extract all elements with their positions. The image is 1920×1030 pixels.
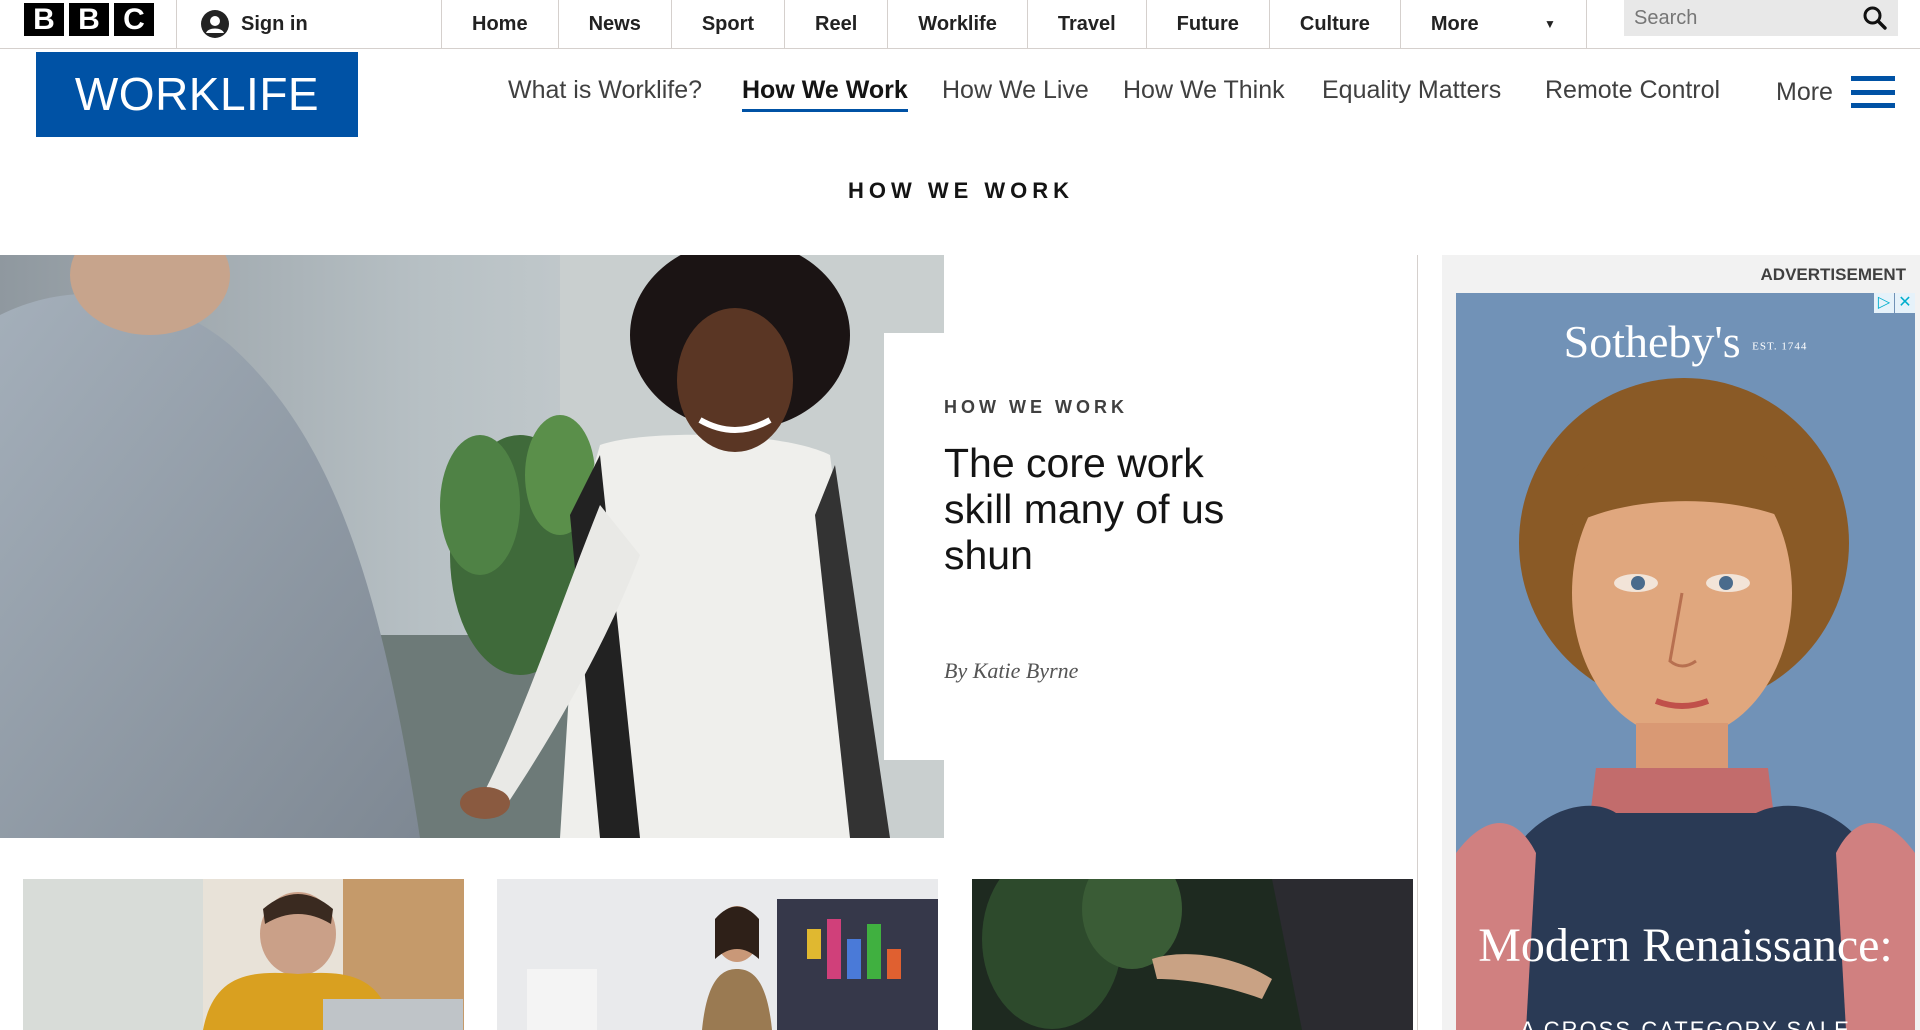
- section-nav-how-we-work[interactable]: How We Work: [742, 76, 908, 112]
- ad-close-icon[interactable]: ✕: [1895, 293, 1915, 313]
- global-nav-home[interactable]: Home: [441, 0, 558, 48]
- page-title-text: HOW WE WORK: [847, 178, 1075, 203]
- ad-subtitle: A CROSS-CATEGORY SALE: [1520, 1017, 1851, 1030]
- global-navigation-bar: B B C Sign in Home News Sport Reel Workl…: [0, 0, 1920, 49]
- global-nav-future[interactable]: Future: [1145, 0, 1269, 48]
- caret-down-icon: ▼: [1544, 17, 1556, 31]
- section-nav-equality-matters[interactable]: Equality Matters: [1322, 76, 1501, 105]
- global-nav-worklife[interactable]: Worklife: [887, 0, 1027, 48]
- story-thumbnail[interactable]: [497, 879, 938, 1030]
- page-title: HOW WE WORK: [0, 178, 1920, 204]
- sign-in-link[interactable]: Sign in: [176, 0, 441, 48]
- advertisement-panel: ADVERTISEMENT Sotheby's EST. 1744 Modern…: [1442, 255, 1920, 1030]
- global-nav-links: Home News Sport Reel Worklife Travel Fut…: [441, 0, 1587, 48]
- bbc-logo-letter: C: [114, 3, 154, 36]
- ad-choices-icon[interactable]: ▷: [1874, 293, 1894, 313]
- section-nav-remote-control[interactable]: Remote Control: [1545, 76, 1720, 105]
- hamburger-menu-icon: [1850, 76, 1895, 108]
- global-nav-travel[interactable]: Travel: [1026, 0, 1146, 48]
- advertisement-creative[interactable]: Sotheby's EST. 1744 Modern Renaissance: …: [1456, 293, 1915, 1030]
- global-nav-culture[interactable]: Culture: [1268, 0, 1400, 48]
- global-nav-sport[interactable]: Sport: [670, 0, 784, 48]
- sign-in-label: Sign in: [241, 12, 308, 35]
- ad-choices[interactable]: ▷ ✕: [1874, 293, 1915, 313]
- bbc-logo[interactable]: B B C: [24, 3, 154, 36]
- story-thumbnail[interactable]: [972, 879, 1413, 1030]
- hero-story-byline: By Katie Byrne: [944, 658, 1079, 683]
- section-nav-more-button[interactable]: More: [1776, 76, 1895, 108]
- ad-brand-text: Sotheby's: [1563, 316, 1741, 367]
- hero-photo-handshake: [0, 255, 944, 838]
- search-icon[interactable]: [1862, 5, 1888, 31]
- user-account-icon: [201, 10, 229, 38]
- ad-brand-name: Sotheby's EST. 1744: [1456, 315, 1915, 368]
- global-nav-reel[interactable]: Reel: [784, 0, 887, 48]
- bbc-logo-letter: B: [24, 3, 64, 36]
- search-input[interactable]: Search: [1624, 0, 1898, 36]
- ad-brand-est: EST. 1744: [1752, 340, 1808, 353]
- hero-story-headline[interactable]: The core work skill many of us shun: [944, 440, 1274, 578]
- ad-title: Modern Renaissance:: [1478, 919, 1893, 972]
- section-nav-more-label: More: [1776, 77, 1833, 106]
- search-placeholder: Search: [1634, 6, 1698, 29]
- column-divider: [1417, 255, 1418, 1030]
- section-nav-what-is-worklife[interactable]: What is Worklife?: [508, 76, 702, 105]
- global-nav-more-dropdown[interactable]: More ▼: [1399, 0, 1587, 48]
- global-nav-more-label: More: [1430, 12, 1479, 35]
- section-nav-how-we-think[interactable]: How We Think: [1123, 76, 1285, 105]
- section-navigation: What is Worklife? How We Work How We Liv…: [0, 76, 1920, 116]
- thumb-photo-gesture: [972, 879, 1413, 1030]
- thumb-photo-presenter: [497, 879, 938, 1030]
- hero-story-kicker[interactable]: HOW WE WORK: [944, 397, 1280, 418]
- hero-image[interactable]: [0, 255, 944, 838]
- bbc-logo-letter: B: [69, 3, 109, 36]
- story-thumbnail[interactable]: [23, 879, 464, 1030]
- thumb-photo-tired-man: [23, 879, 464, 1030]
- advertisement-label: ADVERTISEMENT: [1760, 265, 1906, 284]
- global-nav-news[interactable]: News: [557, 0, 671, 48]
- section-nav-how-we-live[interactable]: How We Live: [942, 76, 1089, 105]
- hero-story-card[interactable]: HOW WE WORK The core work skill many of …: [884, 333, 1340, 760]
